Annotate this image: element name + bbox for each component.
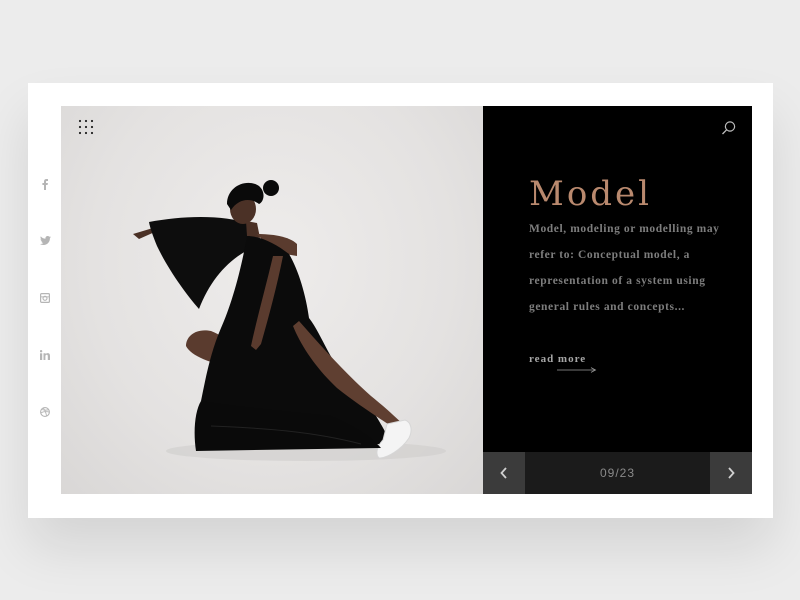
linkedin-icon[interactable]	[38, 350, 52, 364]
page-title: Model	[529, 174, 653, 214]
search-icon[interactable]	[721, 120, 737, 136]
arrow-right-icon	[557, 367, 597, 373]
dribbble-icon[interactable]	[38, 407, 52, 421]
facebook-icon[interactable]	[38, 179, 52, 193]
slide-counter: 09/23	[599, 466, 636, 480]
twitter-icon[interactable]	[38, 236, 52, 250]
description-text: Model, modeling or modelling may refer t…	[529, 223, 720, 313]
model-figure-illustration	[133, 180, 446, 461]
chevron-left-icon	[500, 467, 507, 479]
prev-button[interactable]	[483, 452, 525, 494]
pagination-bar: 09/23	[483, 452, 752, 494]
grid-menu-icon[interactable]	[78, 119, 94, 135]
chevron-right-icon	[728, 467, 735, 479]
next-button[interactable]	[710, 452, 752, 494]
read-more-label: read more	[529, 353, 587, 365]
read-more-link[interactable]: read more	[529, 353, 599, 373]
social-links	[38, 178, 52, 464]
info-panel: Model Model, modeling or modelling may r…	[483, 106, 752, 494]
instagram-icon[interactable]	[38, 293, 52, 307]
slide-card: Model Model, modeling or modelling may r…	[28, 83, 773, 518]
model-photo	[61, 106, 483, 494]
